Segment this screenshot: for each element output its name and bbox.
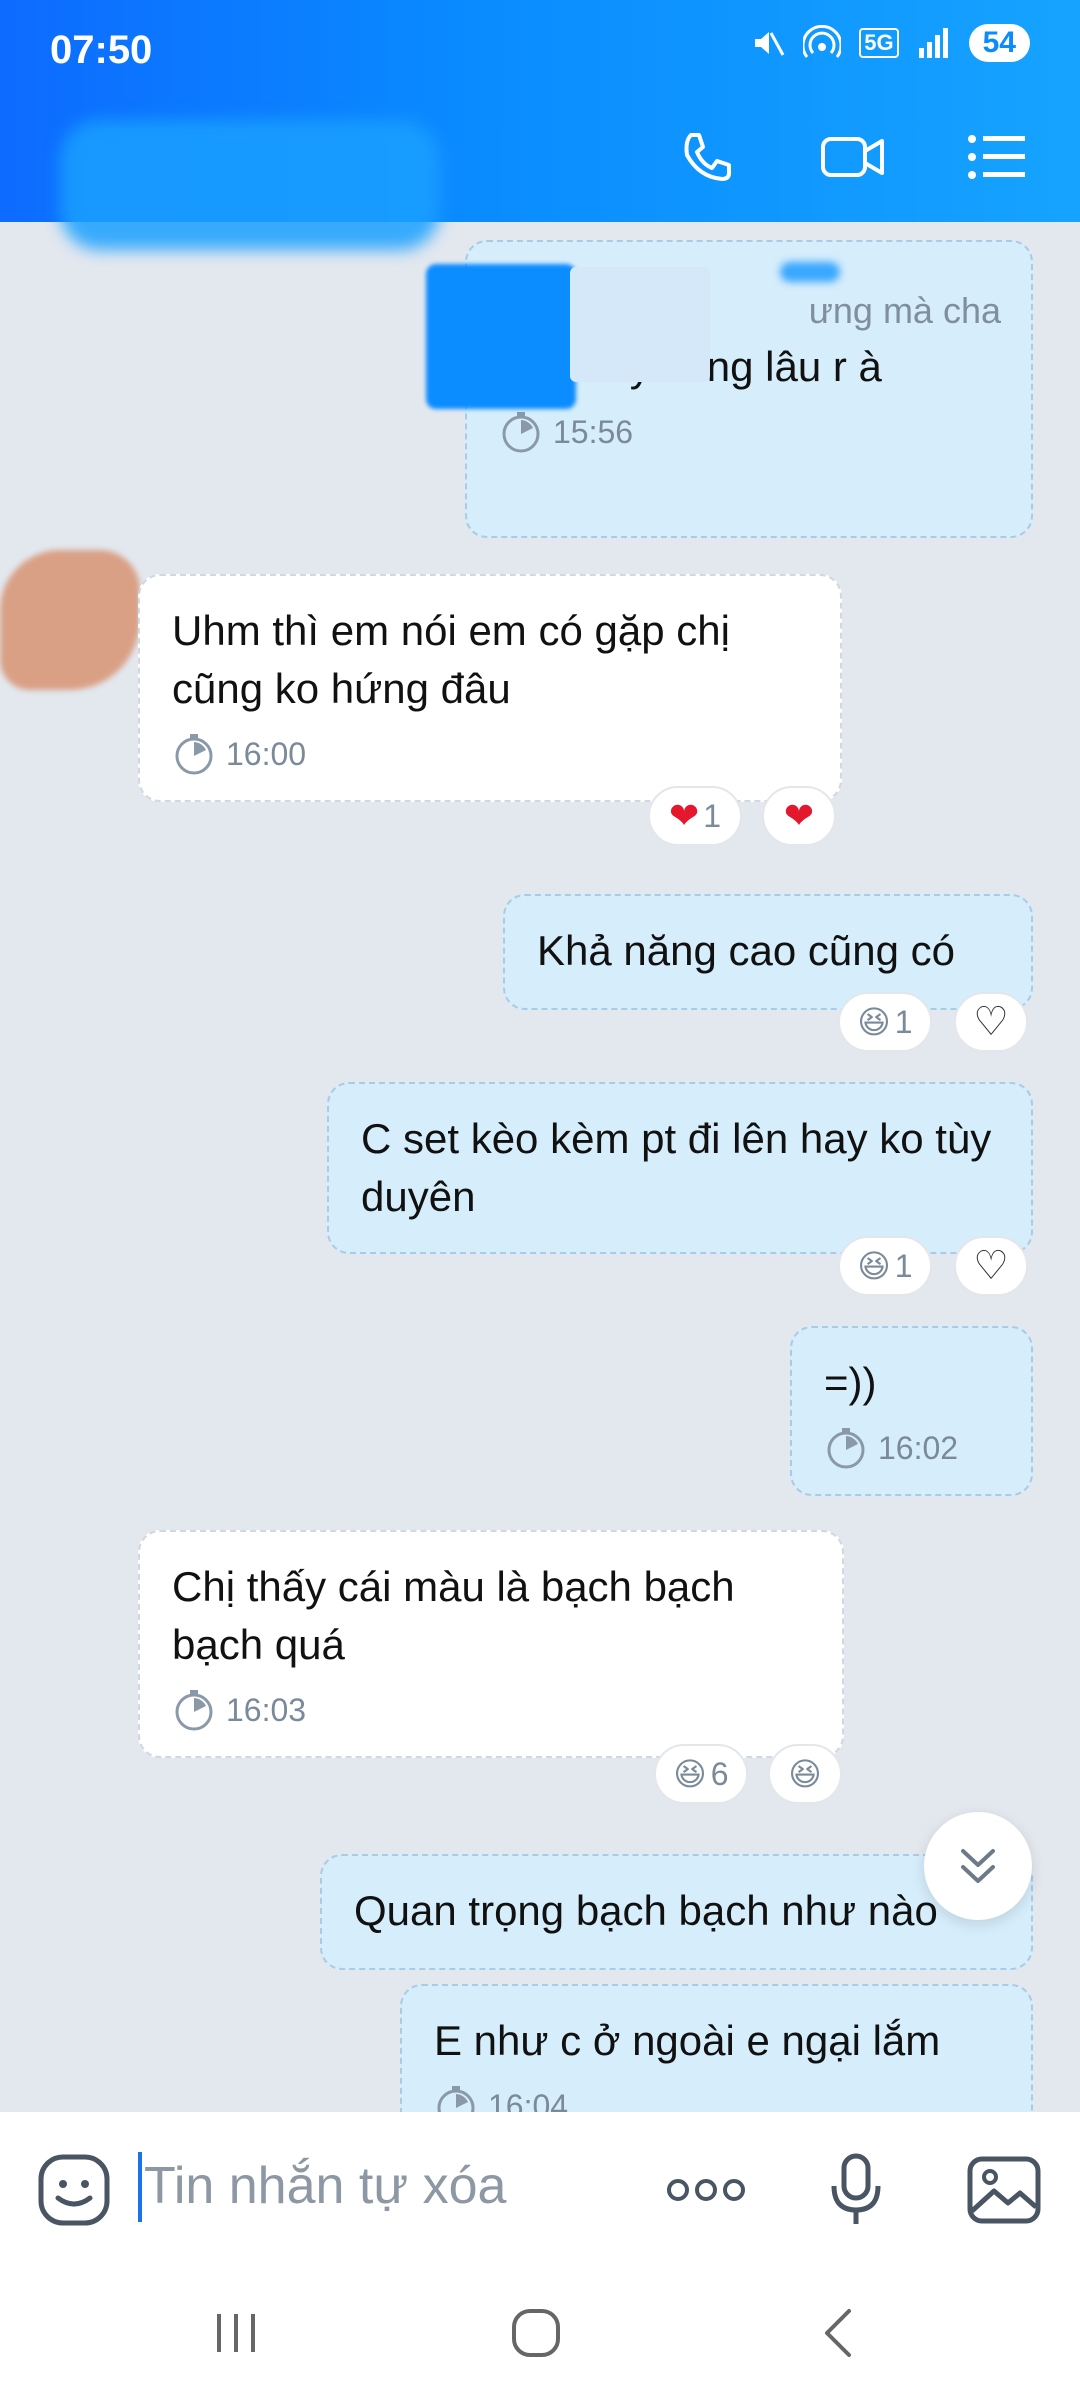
- heart-icon: ❤: [783, 795, 815, 836]
- message-text: =)): [824, 1359, 877, 1406]
- reaction-count: 1: [703, 797, 721, 834]
- laugh-reaction-icon: 😆: [857, 1004, 891, 1040]
- message-bubble-incoming[interactable]: Uhm thì em nói em có gặp chị cũng ko hứn…: [138, 574, 842, 802]
- laugh-icon: 😆: [788, 1756, 822, 1792]
- message-bubble-outgoing[interactable]: C set kèo kèm pt đi lên hay ko tùy duyên: [327, 1082, 1033, 1254]
- message-bubble-incoming[interactable]: Chị thấy cái màu là bạch bạch bạch quá 1…: [138, 1530, 844, 1758]
- status-time: 07:50: [50, 28, 153, 72]
- network-5g-icon: 5G: [859, 28, 899, 58]
- message-input-bar: Tin nhắn tự xóa: [0, 2112, 1080, 2262]
- message-text: Uhm thì em nói em có gặp chị cũng ko hứn…: [172, 607, 730, 712]
- message-input[interactable]: Tin nhắn tự xóa: [144, 2156, 506, 2216]
- avatar[interactable]: [0, 550, 140, 690]
- phone-icon[interactable]: [672, 122, 742, 192]
- redacted-region: [570, 267, 710, 382]
- image-icon[interactable]: [964, 2150, 1044, 2230]
- redacted-region: [780, 262, 840, 282]
- message-bubble-outgoing[interactable]: =)) 16:02: [790, 1326, 1033, 1496]
- timer-icon: [175, 1690, 213, 1731]
- message-text: E như c ở ngoài e ngại lắm: [434, 2017, 941, 2064]
- status-icons: 5G 54: [749, 24, 1030, 62]
- back-icon[interactable]: [800, 2298, 880, 2368]
- double-chevron-down-icon: [961, 1849, 995, 1883]
- message-text: Chị thấy cái màu là bạch bạch bạch quá: [172, 1563, 735, 1668]
- message-timestamp: 16:04: [434, 2084, 999, 2112]
- message-timestamp: 16:03: [172, 1688, 810, 1732]
- reaction-summary[interactable]: 😆 6: [654, 1744, 748, 1804]
- reaction-count: 1: [894, 1003, 913, 1040]
- video-camera-icon[interactable]: [818, 122, 888, 192]
- redacted-region: [426, 264, 576, 409]
- recent-apps-icon[interactable]: [196, 2298, 276, 2368]
- message-list[interactable]: ưng mà cha E bị nay cũng lâu r à 15:56 U…: [0, 222, 1080, 2112]
- laugh-reaction-icon: 😆: [857, 1248, 891, 1284]
- reaction-count: 6: [710, 1755, 729, 1792]
- timer-icon: [175, 734, 213, 775]
- battery-badge: 54: [968, 24, 1030, 62]
- message-bubble-outgoing[interactable]: E như c ở ngoài e ngại lắm 16:04: [400, 1984, 1033, 2112]
- laugh-reaction-icon: 😆: [673, 1756, 707, 1792]
- reaction-summary[interactable]: 😆 1: [838, 1236, 932, 1296]
- reaction-count: 1: [894, 1247, 913, 1284]
- react-button[interactable]: ♡: [954, 1236, 1028, 1296]
- message-timestamp: 16:00: [172, 732, 808, 776]
- reaction-summary[interactable]: 😆 1: [838, 992, 932, 1052]
- hotspot-icon: [803, 25, 842, 58]
- timer-icon: [827, 1428, 865, 1469]
- mute-icon: [755, 32, 785, 56]
- signal-icon: [918, 28, 948, 58]
- react-button[interactable]: 😆: [768, 1744, 842, 1804]
- heart-outline-icon: ♡: [973, 1244, 1009, 1288]
- message-bubble-outgoing[interactable]: Khả năng cao cũng có: [503, 894, 1033, 1010]
- reaction-summary[interactable]: ❤ 1: [648, 786, 742, 846]
- message-timestamp: 16:02: [824, 1426, 999, 1470]
- sticker-icon[interactable]: [34, 2150, 114, 2230]
- message-timestamp: 15:56: [499, 410, 999, 454]
- menu-list-icon[interactable]: [962, 122, 1032, 192]
- message-partial-text: ưng mà cha: [808, 290, 1001, 331]
- more-dots-icon[interactable]: [664, 2150, 748, 2230]
- system-nav-bar: [0, 2262, 1080, 2400]
- timer-icon: [502, 412, 540, 453]
- timer-icon: [437, 2086, 475, 2112]
- scroll-to-bottom-button[interactable]: [924, 1812, 1032, 1920]
- message-text: C set kèo kèm pt đi lên hay ko tùy duyên: [361, 1115, 992, 1220]
- heart-reaction-icon: ❤: [669, 795, 700, 836]
- react-button[interactable]: ♡: [954, 992, 1028, 1052]
- microphone-icon[interactable]: [816, 2150, 896, 2230]
- message-text: Khả năng cao cũng có: [537, 927, 955, 974]
- chat-header: 07:50 5G 54: [0, 0, 1080, 250]
- react-button[interactable]: ❤: [762, 786, 836, 846]
- heart-outline-icon: ♡: [973, 1000, 1009, 1044]
- text-cursor: [138, 2152, 142, 2222]
- home-icon[interactable]: [496, 2298, 576, 2368]
- message-text: Quan trọng bạch bạch như nào: [354, 1887, 938, 1934]
